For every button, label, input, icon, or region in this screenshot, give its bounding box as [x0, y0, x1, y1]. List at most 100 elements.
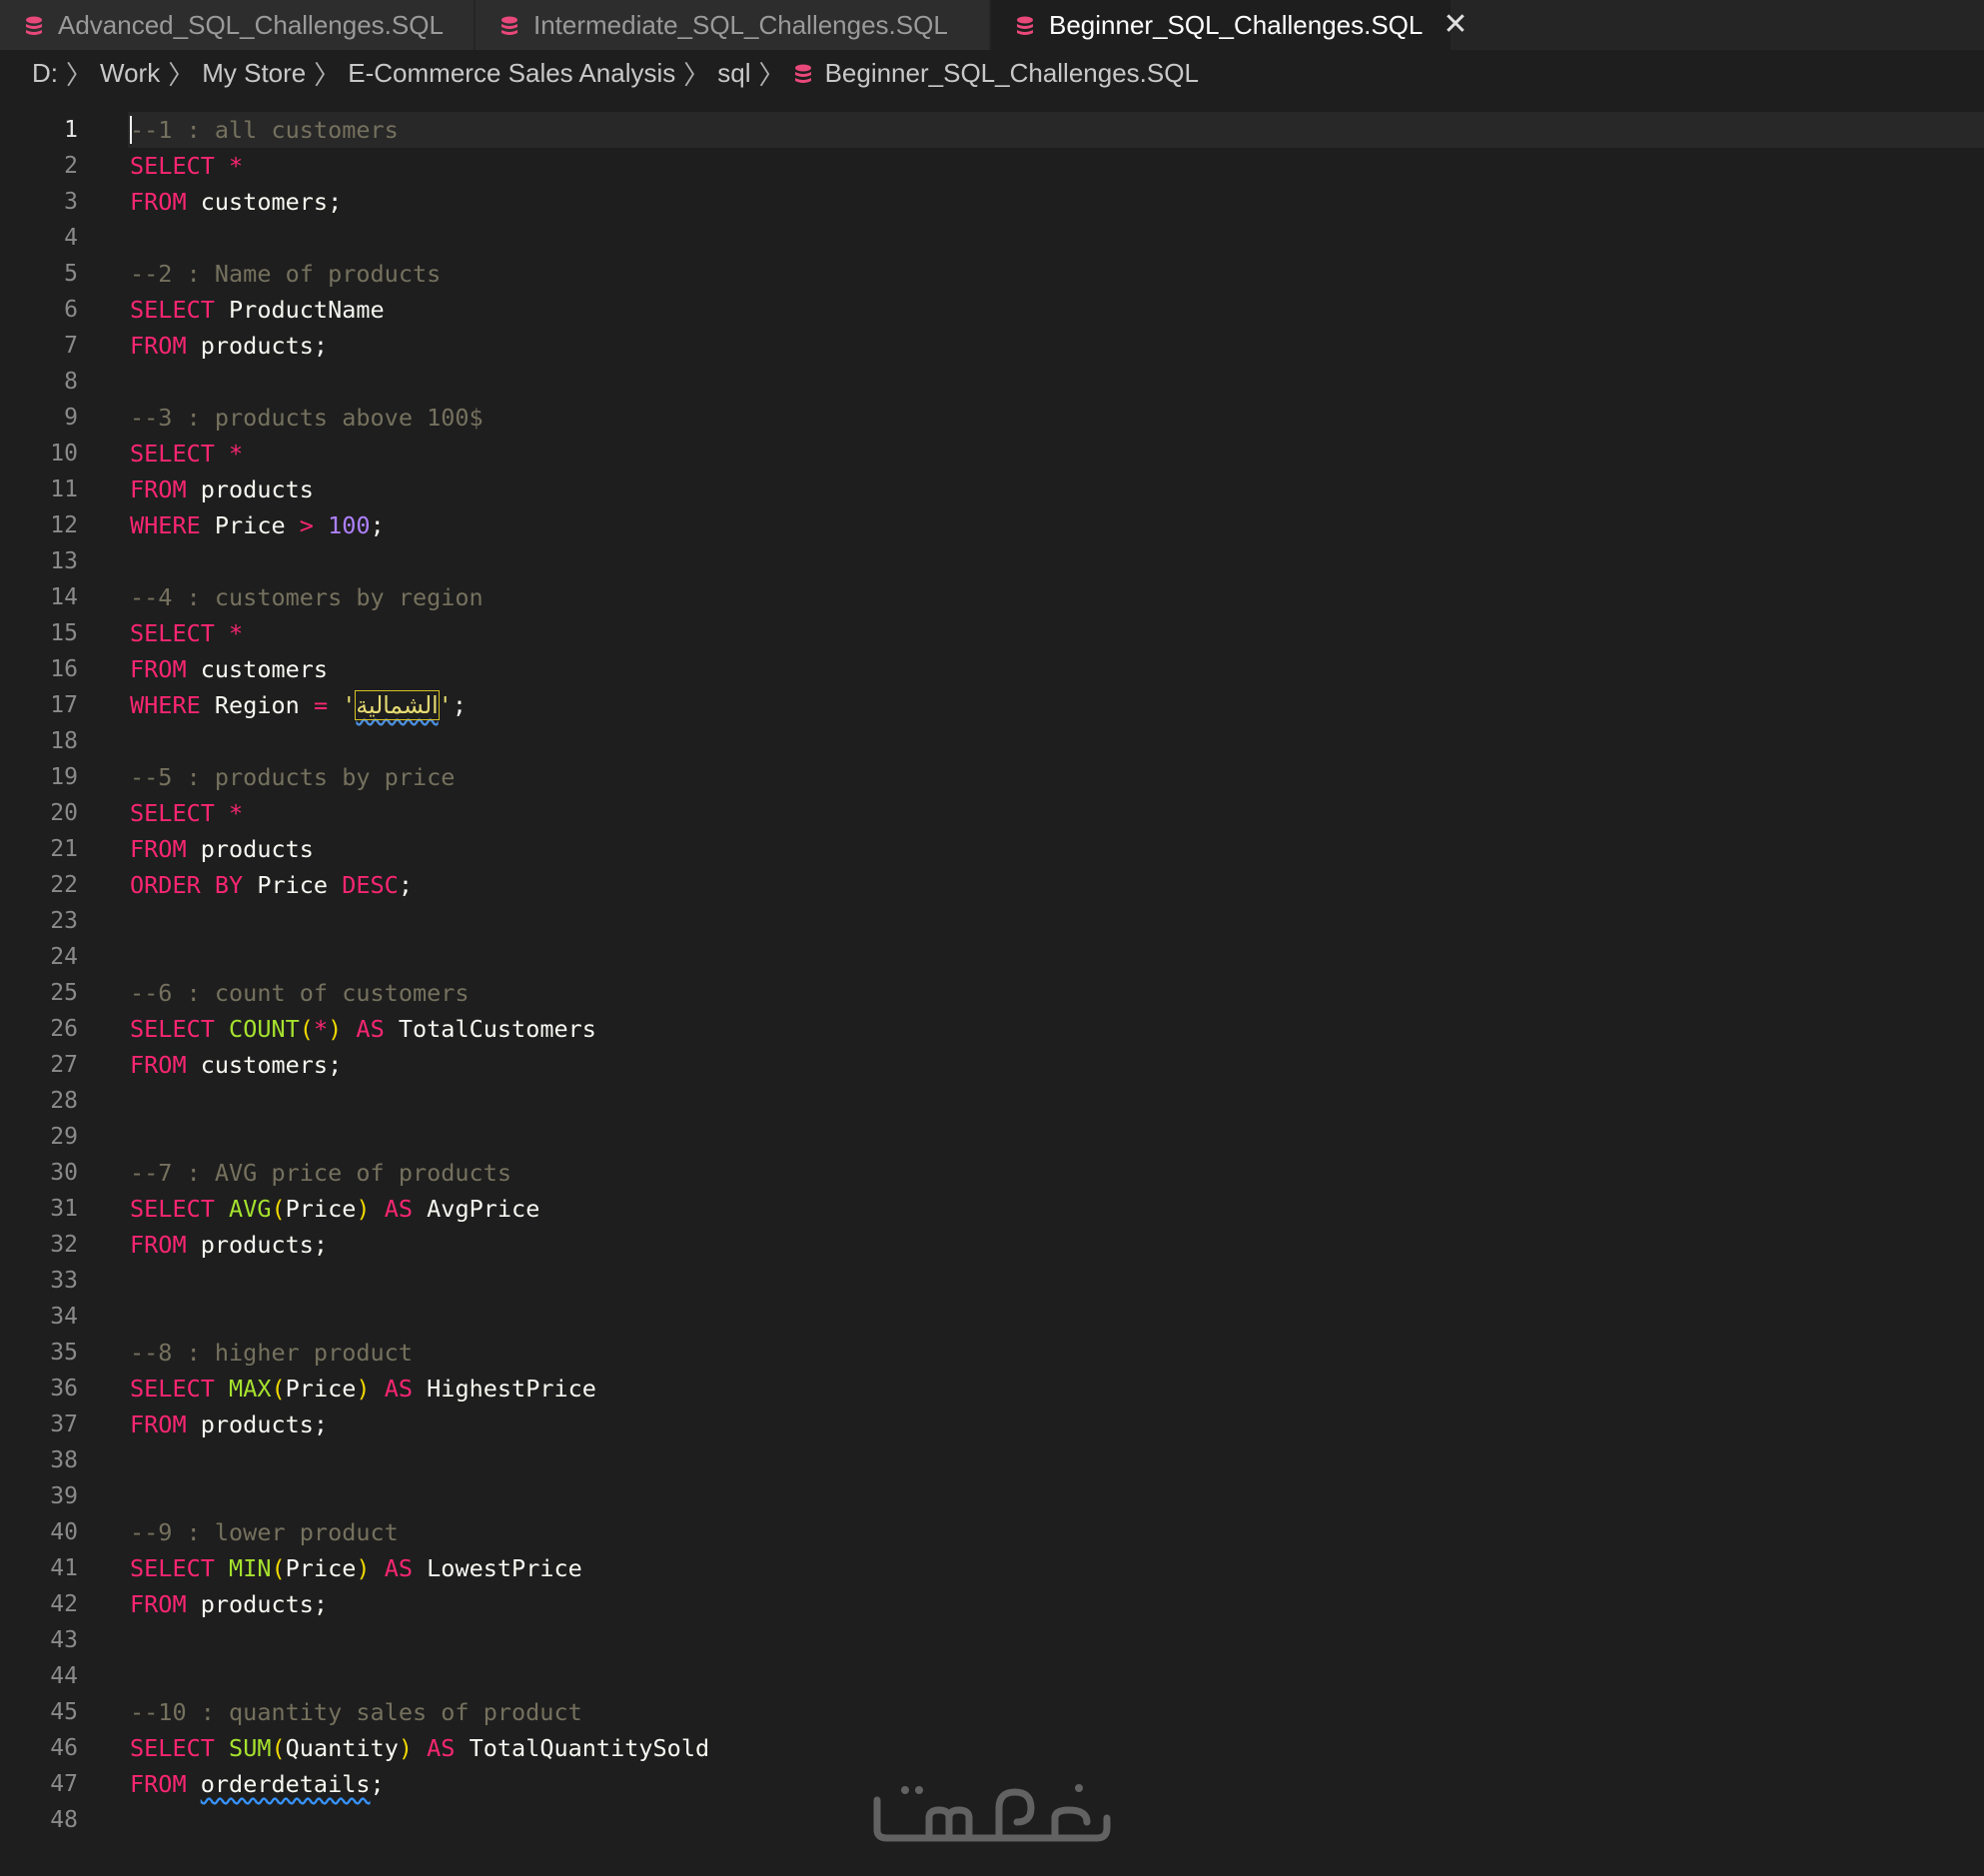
code-line[interactable]: 44 — [0, 1658, 1984, 1694]
code-line[interactable]: 13 — [0, 543, 1984, 579]
tab-advanced-sql[interactable]: Advanced_SQL_Challenges.SQL — [0, 0, 476, 50]
keyword-token: ORDER BY — [130, 871, 244, 899]
code-line[interactable]: 37 FROM products; — [0, 1407, 1984, 1442]
identifier-token: products; — [186, 332, 329, 360]
code-line[interactable]: 7 FROM products; — [0, 328, 1984, 364]
keyword-token: FROM — [130, 332, 187, 360]
code-line[interactable]: 4 — [0, 220, 1984, 256]
line-number: 9 — [64, 405, 78, 431]
code-line[interactable]: 12 WHERE Price > 100; — [0, 507, 1984, 543]
tab-beginner-sql[interactable]: Beginner_SQL_Challenges.SQL ✕ — [991, 0, 1469, 50]
code-line[interactable]: 1 --1 : all customers — [0, 112, 1984, 148]
code-line[interactable]: 43 — [0, 1622, 1984, 1658]
code-line[interactable]: 26 SELECT COUNT(*) AS TotalCustomers — [0, 1011, 1984, 1047]
code-text: SELECT * — [130, 148, 243, 184]
breadcrumb-item-drive[interactable]: D: — [32, 58, 58, 89]
code-line[interactable]: 42 FROM products; — [0, 1586, 1984, 1622]
code-line[interactable]: 11 FROM products — [0, 471, 1984, 507]
string-token: ' — [438, 691, 453, 719]
code-line[interactable]: 46 SELECT SUM(Quantity) AS TotalQuantityS… — [0, 1730, 1984, 1766]
code-line[interactable]: 5 --2 : Name of products — [0, 256, 1984, 292]
identifier-token: TotalCustomers — [384, 1015, 596, 1043]
breadcrumb-item-file[interactable]: Beginner_SQL_Challenges.SQL — [793, 58, 1199, 89]
code-line[interactable]: 40 --9 : lower product — [0, 1514, 1984, 1550]
breadcrumb-item-sql[interactable]: sql — [717, 58, 750, 89]
function-token: MIN — [229, 1554, 272, 1582]
identifier-token — [371, 1195, 385, 1223]
breadcrumb-item-my-store[interactable]: My Store — [202, 58, 306, 89]
identifier-token — [215, 799, 229, 827]
code-line[interactable]: 28 — [0, 1083, 1984, 1119]
line-number: 22 — [50, 872, 78, 898]
code-line[interactable]: 15 SELECT * — [0, 615, 1984, 651]
code-text: FROM products; — [130, 328, 328, 364]
identifier-token: Quantity — [285, 1734, 399, 1762]
code-line[interactable]: 35 --8 : higher product — [0, 1335, 1984, 1371]
code-line[interactable]: 10 SELECT * — [0, 436, 1984, 471]
code-text: SELECT COUNT(*) AS TotalCustomers — [130, 1011, 596, 1047]
code-line[interactable]: 34 — [0, 1299, 1984, 1335]
code-text: SELECT MAX(Price) AS HighestPrice — [130, 1371, 596, 1407]
bracket-token: ) — [356, 1195, 371, 1223]
line-number: 4 — [64, 225, 78, 251]
keyword-token: FROM — [130, 1410, 187, 1438]
code-line[interactable]: 45 --10 : quantity sales of product — [0, 1694, 1984, 1730]
code-line[interactable]: 31 SELECT AVG(Price) AS AvgPrice — [0, 1191, 1984, 1227]
code-text: --9 : lower product — [130, 1514, 399, 1550]
line-number: 29 — [50, 1124, 78, 1150]
keyword-token: FROM — [130, 835, 187, 863]
code-line[interactable]: 33 — [0, 1263, 1984, 1299]
code-text: SELECT * — [130, 795, 243, 831]
code-line[interactable]: 20 SELECT * — [0, 795, 1984, 831]
code-line[interactable]: 23 — [0, 903, 1984, 939]
identifier-token — [215, 440, 229, 468]
code-line[interactable]: 38 — [0, 1442, 1984, 1478]
line-number: 25 — [50, 980, 78, 1006]
code-line[interactable]: 19 --5 : products by price — [0, 759, 1984, 795]
code-line[interactable]: 18 — [0, 723, 1984, 759]
identifier-token — [215, 1195, 229, 1223]
code-line[interactable]: 16 FROM customers — [0, 651, 1984, 687]
database-icon — [1015, 14, 1035, 36]
keyword-token: DESC — [342, 871, 399, 899]
code-line[interactable]: 29 — [0, 1119, 1984, 1155]
line-number: 16 — [50, 656, 78, 682]
code-line[interactable]: 41 SELECT MIN(Price) AS LowestPrice — [0, 1550, 1984, 1586]
tab-intermediate-sql[interactable]: Intermediate_SQL_Challenges.SQL — [476, 0, 991, 50]
line-number: 31 — [50, 1196, 78, 1222]
line-number: 17 — [50, 692, 78, 718]
line-number: 19 — [50, 764, 78, 790]
close-icon[interactable]: ✕ — [1443, 10, 1468, 40]
code-line[interactable]: 36 SELECT MAX(Price) AS HighestPrice — [0, 1371, 1984, 1407]
code-line[interactable]: 25 --6 : count of customers — [0, 975, 1984, 1011]
code-line[interactable]: 6 SELECT ProductName — [0, 292, 1984, 328]
tab-label: Intermediate_SQL_Challenges.SQL — [533, 9, 948, 40]
code-line[interactable]: 9 --3 : products above 100$ — [0, 400, 1984, 436]
code-line[interactable]: 8 — [0, 364, 1984, 400]
line-number: 18 — [50, 728, 78, 754]
keyword-token: SELECT — [130, 152, 215, 180]
code-line[interactable]: 27 FROM customers; — [0, 1047, 1984, 1083]
breadcrumb-item-work[interactable]: Work — [100, 58, 160, 89]
keyword-token: * — [313, 1015, 329, 1043]
comment-token: --9 : lower product — [130, 1518, 399, 1546]
code-line[interactable]: 39 — [0, 1478, 1984, 1514]
code-line[interactable]: 30 --7 : AVG price of products — [0, 1155, 1984, 1191]
code-line[interactable]: 32 FROM products; — [0, 1227, 1984, 1263]
keyword-token: * — [229, 152, 244, 180]
khamsat-logo — [869, 1778, 1115, 1848]
code-line[interactable]: 24 — [0, 939, 1984, 975]
code-line[interactable]: 17 WHERE Region = ' الشمالية '; — [0, 687, 1984, 723]
code-line[interactable]: 2 SELECT * — [0, 148, 1984, 184]
line-number: 30 — [50, 1160, 78, 1186]
line-number: 27 — [50, 1052, 78, 1078]
code-line[interactable]: 22 ORDER BY Price DESC; — [0, 867, 1984, 903]
identifier-token: Price — [200, 511, 300, 539]
code-line[interactable]: 3 FROM customers; — [0, 184, 1984, 220]
keyword-token: * — [229, 619, 244, 647]
code-line[interactable]: 14 --4 : customers by region — [0, 579, 1984, 615]
code-line[interactable]: 21 FROM products — [0, 831, 1984, 867]
breadcrumb-item-project[interactable]: E-Commerce Sales Analysis — [348, 58, 675, 89]
code-text: SELECT AVG(Price) AS AvgPrice — [130, 1191, 539, 1227]
code-editor[interactable]: 1 --1 : all customers 2 SELECT * 3 FROM custo… — [0, 96, 1984, 1876]
